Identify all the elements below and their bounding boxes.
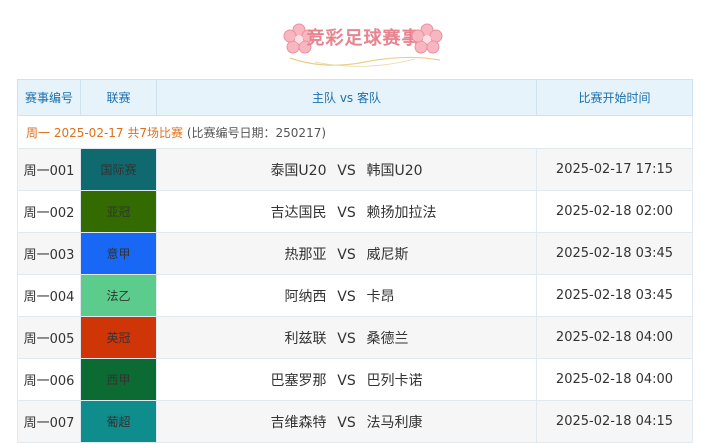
vs-label: VS xyxy=(337,246,356,263)
match-row[interactable]: 周一007 葡超 吉维森特 VS 法马利康 2025-02-18 04:15 xyxy=(17,400,693,443)
page-header: 竞彩足球赛事 xyxy=(0,0,727,78)
date-header-row: 周一 2025-02-17 共7场比赛 (比赛编号日期：250217) xyxy=(17,115,693,149)
match-teams: 泰国U20 VS 韩国U20 xyxy=(156,148,537,191)
match-code: 周一007 xyxy=(17,400,81,443)
match-row[interactable]: 周一001 国际赛 泰国U20 VS 韩国U20 2025-02-17 17:15 xyxy=(17,148,693,191)
vs-label: VS xyxy=(337,162,356,179)
match-code: 周一002 xyxy=(17,190,81,233)
league-badge[interactable]: 国际赛 xyxy=(80,148,157,191)
match-time: 2025-02-18 04:00 xyxy=(536,316,693,359)
match-time: 2025-02-18 04:00 xyxy=(536,358,693,401)
match-row[interactable]: 周一002 亚冠 吉达国民 VS 赖扬加拉法 2025-02-18 02:00 xyxy=(17,190,693,233)
match-teams: 利兹联 VS 桑德兰 xyxy=(156,316,537,359)
date-detail-label: (比赛编号日期：250217) xyxy=(186,125,327,140)
home-team[interactable]: 泰国U20 xyxy=(177,160,326,180)
away-team[interactable]: 卡昂 xyxy=(367,286,517,306)
league-badge[interactable]: 意甲 xyxy=(80,232,157,275)
match-teams: 吉维森特 VS 法马利康 xyxy=(156,400,537,443)
column-header-time: 比赛开始时间 xyxy=(536,79,693,116)
match-code: 周一005 xyxy=(17,316,81,359)
column-header-code: 赛事编号 xyxy=(17,79,81,116)
decorative-swirl-icon xyxy=(289,56,441,67)
match-code: 周一003 xyxy=(17,232,81,275)
match-row[interactable]: 周一005 英冠 利兹联 VS 桑德兰 2025-02-18 04:00 xyxy=(17,316,693,359)
match-code: 周一006 xyxy=(17,358,81,401)
away-team[interactable]: 威尼斯 xyxy=(367,244,517,264)
match-row[interactable]: 周一006 西甲 巴塞罗那 VS 巴列卡诺 2025-02-18 04:00 xyxy=(17,358,693,401)
match-teams: 吉达国民 VS 赖扬加拉法 xyxy=(156,190,537,233)
away-team[interactable]: 巴列卡诺 xyxy=(367,370,517,390)
vs-label: VS xyxy=(337,288,356,305)
match-teams: 热那亚 VS 威尼斯 xyxy=(156,232,537,275)
match-row[interactable]: 周一003 意甲 热那亚 VS 威尼斯 2025-02-18 03:45 xyxy=(17,232,693,275)
match-teams: 阿纳西 VS 卡昂 xyxy=(156,274,537,317)
column-header-league: 联赛 xyxy=(80,79,157,116)
home-team[interactable]: 阿纳西 xyxy=(177,286,327,306)
match-teams: 巴塞罗那 VS 巴列卡诺 xyxy=(156,358,537,401)
home-team[interactable]: 巴塞罗那 xyxy=(177,370,327,390)
table-header-row: 赛事编号 联赛 主队 vs 客队 比赛开始时间 xyxy=(17,79,693,116)
match-code: 周一004 xyxy=(17,274,81,317)
league-badge[interactable]: 西甲 xyxy=(80,358,157,401)
match-time: 2025-02-17 17:15 xyxy=(536,148,693,191)
vs-label: VS xyxy=(337,414,356,431)
column-header-teams: 主队 vs 客队 xyxy=(156,79,537,116)
away-team[interactable]: 赖扬加拉法 xyxy=(367,202,517,222)
home-team[interactable]: 吉达国民 xyxy=(177,202,327,222)
vs-label: VS xyxy=(337,372,356,389)
match-code: 周一001 xyxy=(17,148,81,191)
match-table: 赛事编号 联赛 主队 vs 客队 比赛开始时间 周一 2025-02-17 共7… xyxy=(17,79,693,443)
match-time: 2025-02-18 03:45 xyxy=(536,274,693,317)
home-team[interactable]: 热那亚 xyxy=(177,244,327,264)
away-team[interactable]: 韩国U20 xyxy=(367,160,517,180)
vs-label: VS xyxy=(337,204,356,221)
league-badge[interactable]: 英冠 xyxy=(80,316,157,359)
league-badge[interactable]: 亚冠 xyxy=(80,190,157,233)
home-team[interactable]: 吉维森特 xyxy=(177,412,327,432)
league-badge[interactable]: 葡超 xyxy=(80,400,157,443)
match-time: 2025-02-18 03:45 xyxy=(536,232,693,275)
match-time: 2025-02-18 02:00 xyxy=(536,190,693,233)
page-title: 竞彩足球赛事 xyxy=(306,28,421,49)
home-team[interactable]: 利兹联 xyxy=(177,328,327,348)
league-badge[interactable]: 法乙 xyxy=(80,274,157,317)
date-day-label: 周一 2025-02-17 共7场比赛 xyxy=(26,125,184,140)
match-row[interactable]: 周一004 法乙 阿纳西 VS 卡昂 2025-02-18 03:45 xyxy=(17,274,693,317)
match-time: 2025-02-18 04:15 xyxy=(536,400,693,443)
vs-label: VS xyxy=(337,330,356,347)
away-team[interactable]: 桑德兰 xyxy=(367,328,517,348)
away-team[interactable]: 法马利康 xyxy=(367,412,517,432)
